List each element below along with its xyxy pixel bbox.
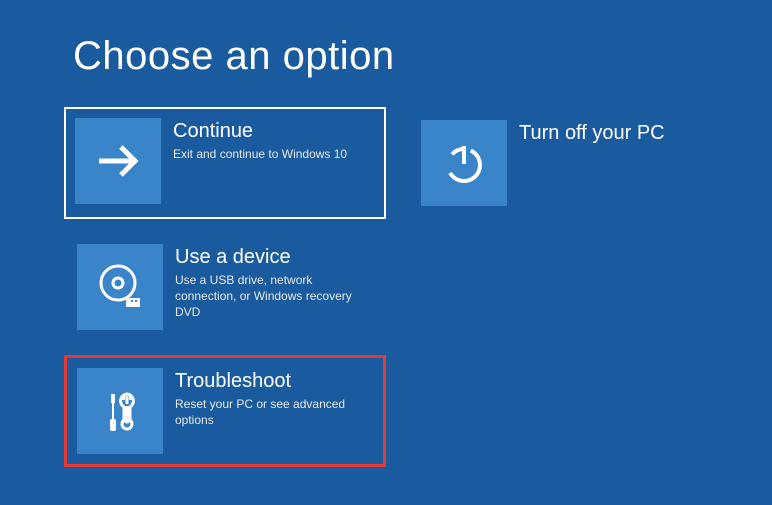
continue-title: Continue: [173, 120, 375, 142]
usedevice-desc: Use a USB drive, network connection, or …: [175, 272, 373, 321]
usedevice-tile[interactable]: Use a device Use a USB drive, network co…: [64, 231, 386, 343]
usedevice-title: Use a device: [175, 246, 373, 268]
troubleshoot-tile[interactable]: Troubleshoot Reset your PC or see advanc…: [64, 355, 386, 467]
turnoff-tile[interactable]: Turn off your PC: [408, 107, 730, 219]
continue-desc: Exit and continue to Windows 10: [173, 146, 375, 162]
continue-tile[interactable]: Continue Exit and continue to Windows 10: [64, 107, 386, 219]
power-icon: [421, 120, 507, 206]
tools-icon: [77, 368, 163, 454]
troubleshoot-desc: Reset your PC or see advanced options: [175, 396, 373, 428]
arrow-right-icon: [75, 118, 161, 204]
options-grid: Continue Exit and continue to Windows 10…: [0, 79, 772, 467]
page-title: Choose an option: [0, 0, 772, 79]
troubleshoot-title: Troubleshoot: [175, 370, 373, 392]
disc-usb-icon: [77, 244, 163, 330]
turnoff-title: Turn off your PC: [519, 122, 717, 144]
